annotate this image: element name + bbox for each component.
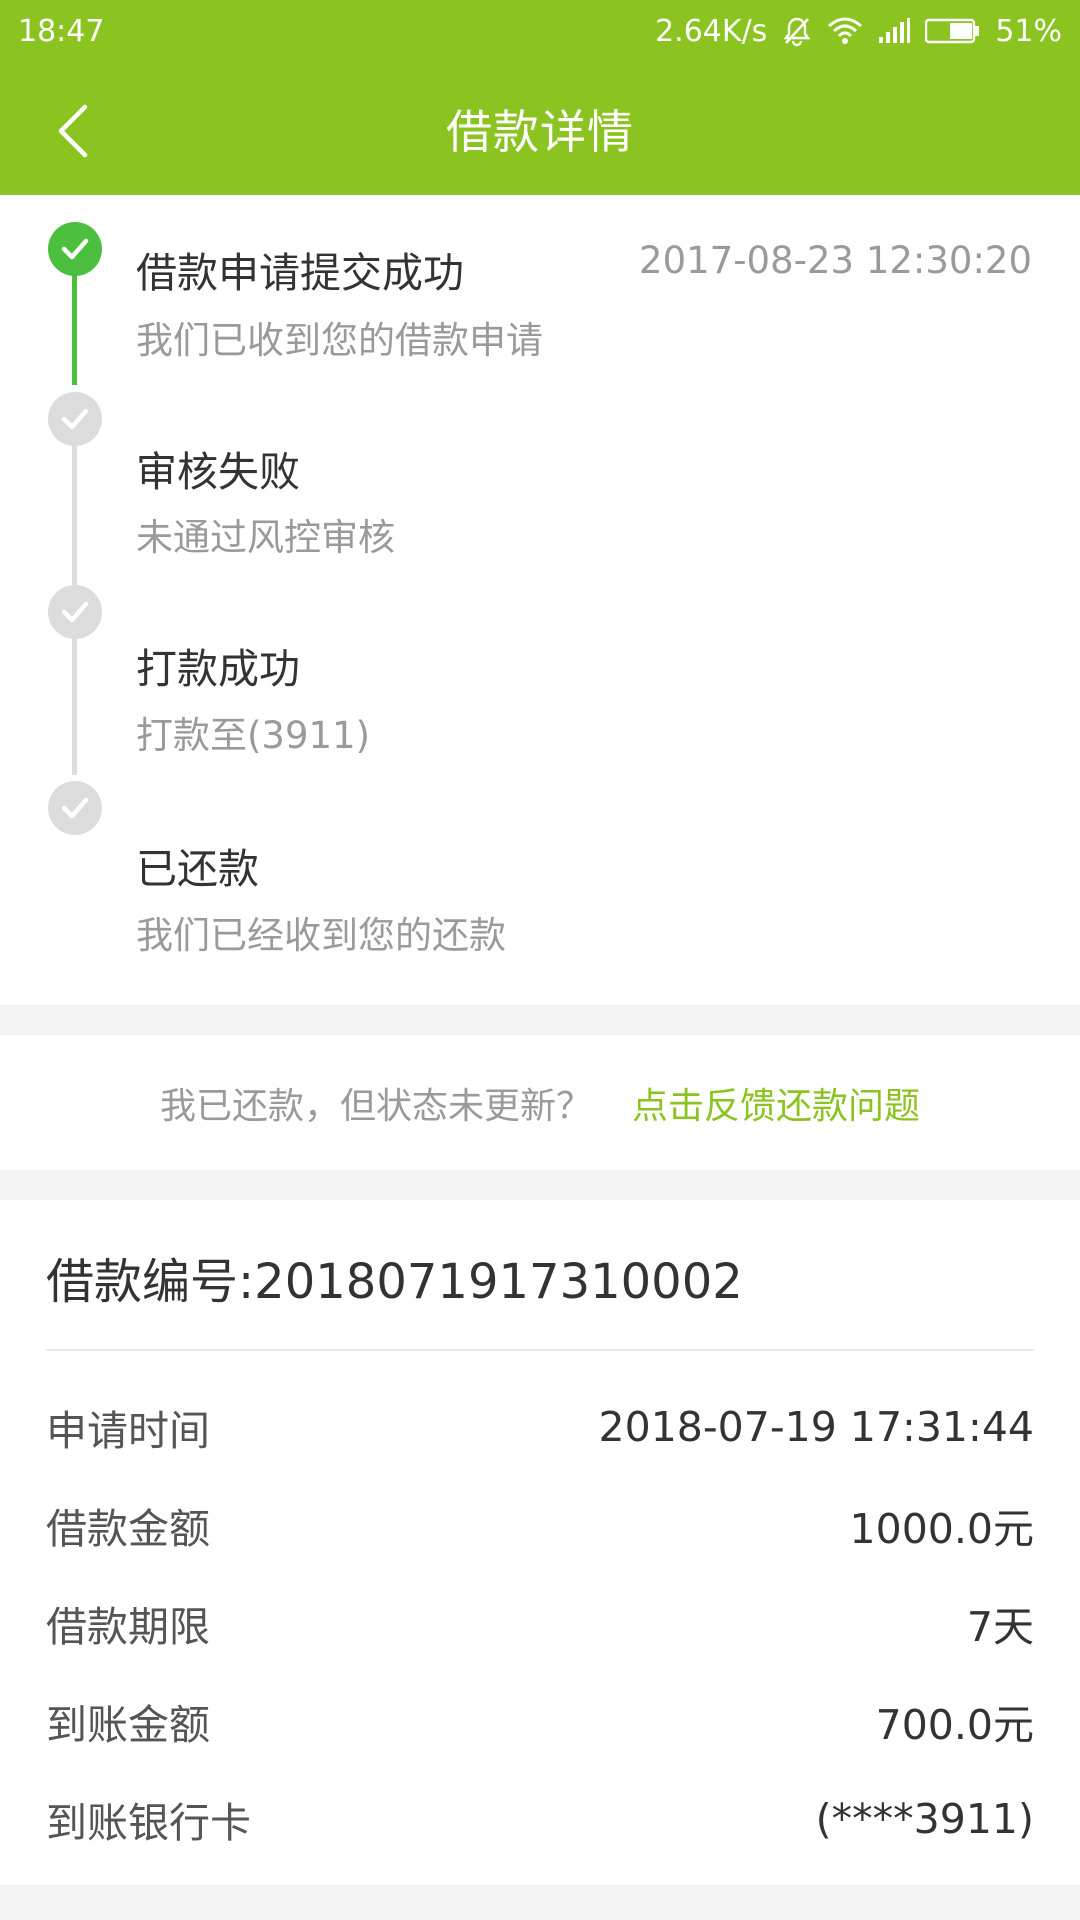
- detail-key: 申请时间: [46, 1407, 210, 1455]
- step-title: 打款成功: [136, 645, 300, 693]
- timeline-connector: [72, 275, 77, 385]
- detail-value: 7天: [966, 1603, 1034, 1651]
- detail-value: 2018-07-19 17:31:44: [598, 1403, 1034, 1451]
- signal-icon: [877, 17, 911, 45]
- page-title: 借款详情: [446, 104, 634, 159]
- step-time: 2017-08-23 12:30:20: [639, 239, 1032, 282]
- step-done-icon: [48, 222, 102, 276]
- detail-row-bank-card: 到账银行卡 (****3911): [46, 1789, 1034, 1849]
- step-pending-icon: [48, 585, 102, 639]
- detail-row-received-amount: 到账金额 700.0元: [46, 1691, 1034, 1751]
- network-speed: 2.64K/s: [655, 13, 768, 49]
- status-bar: 18:47 2.64K/s 51%: [0, 0, 1080, 62]
- step-title: 已还款: [136, 845, 259, 893]
- detail-key: 到账银行卡: [46, 1799, 251, 1847]
- detail-row-term: 借款期限 7天: [46, 1593, 1034, 1653]
- step-desc: 我们已收到您的借款申请: [136, 319, 543, 362]
- battery-level: 51%: [995, 13, 1062, 49]
- loan-detail-card: 借款编号:2018071917310002 申请时间 2018-07-19 17…: [0, 1200, 1080, 1885]
- step-title: 审核失败: [136, 448, 300, 496]
- detail-key: 到账金额: [46, 1701, 210, 1749]
- title-bar: 借款详情: [0, 62, 1080, 195]
- timeline-connector: [72, 445, 77, 585]
- feedback-question: 我已还款，但状态未更新？: [159, 1085, 592, 1127]
- detail-row-apply-time: 申请时间 2018-07-19 17:31:44: [46, 1397, 1034, 1457]
- repayment-feedback-bar: 我已还款，但状态未更新？ 点击反馈还款问题: [0, 1035, 1080, 1170]
- loan-progress-timeline: 借款申请提交成功 2017-08-23 12:30:20 我们已收到您的借款申请…: [0, 195, 1080, 1005]
- step-title: 借款申请提交成功: [136, 249, 464, 297]
- divider: [46, 1349, 1034, 1351]
- step-desc: 打款至(3911): [136, 714, 371, 757]
- loan-number: 借款编号:2018071917310002: [46, 1254, 743, 1310]
- step-pending-icon: [48, 392, 102, 446]
- detail-value: 1000.0元: [849, 1505, 1034, 1553]
- battery-icon: [925, 17, 981, 45]
- chevron-left-icon: [58, 104, 88, 158]
- detail-value: (****3911): [815, 1795, 1034, 1843]
- feedback-link[interactable]: 点击反馈还款问题: [632, 1077, 920, 1129]
- step-desc: 我们已经收到您的还款: [136, 914, 506, 957]
- step-pending-icon: [48, 781, 102, 835]
- detail-key: 借款期限: [46, 1603, 210, 1651]
- back-button[interactable]: [38, 96, 108, 166]
- timeline-connector: [72, 635, 77, 775]
- detail-key: 借款金额: [46, 1505, 210, 1553]
- step-desc: 未通过风控审核: [136, 516, 395, 559]
- detail-value: 700.0元: [875, 1701, 1034, 1749]
- detail-row-amount: 借款金额 1000.0元: [46, 1495, 1034, 1555]
- wifi-icon: [827, 16, 863, 46]
- mute-icon: [781, 15, 813, 47]
- status-time: 18:47: [18, 13, 105, 49]
